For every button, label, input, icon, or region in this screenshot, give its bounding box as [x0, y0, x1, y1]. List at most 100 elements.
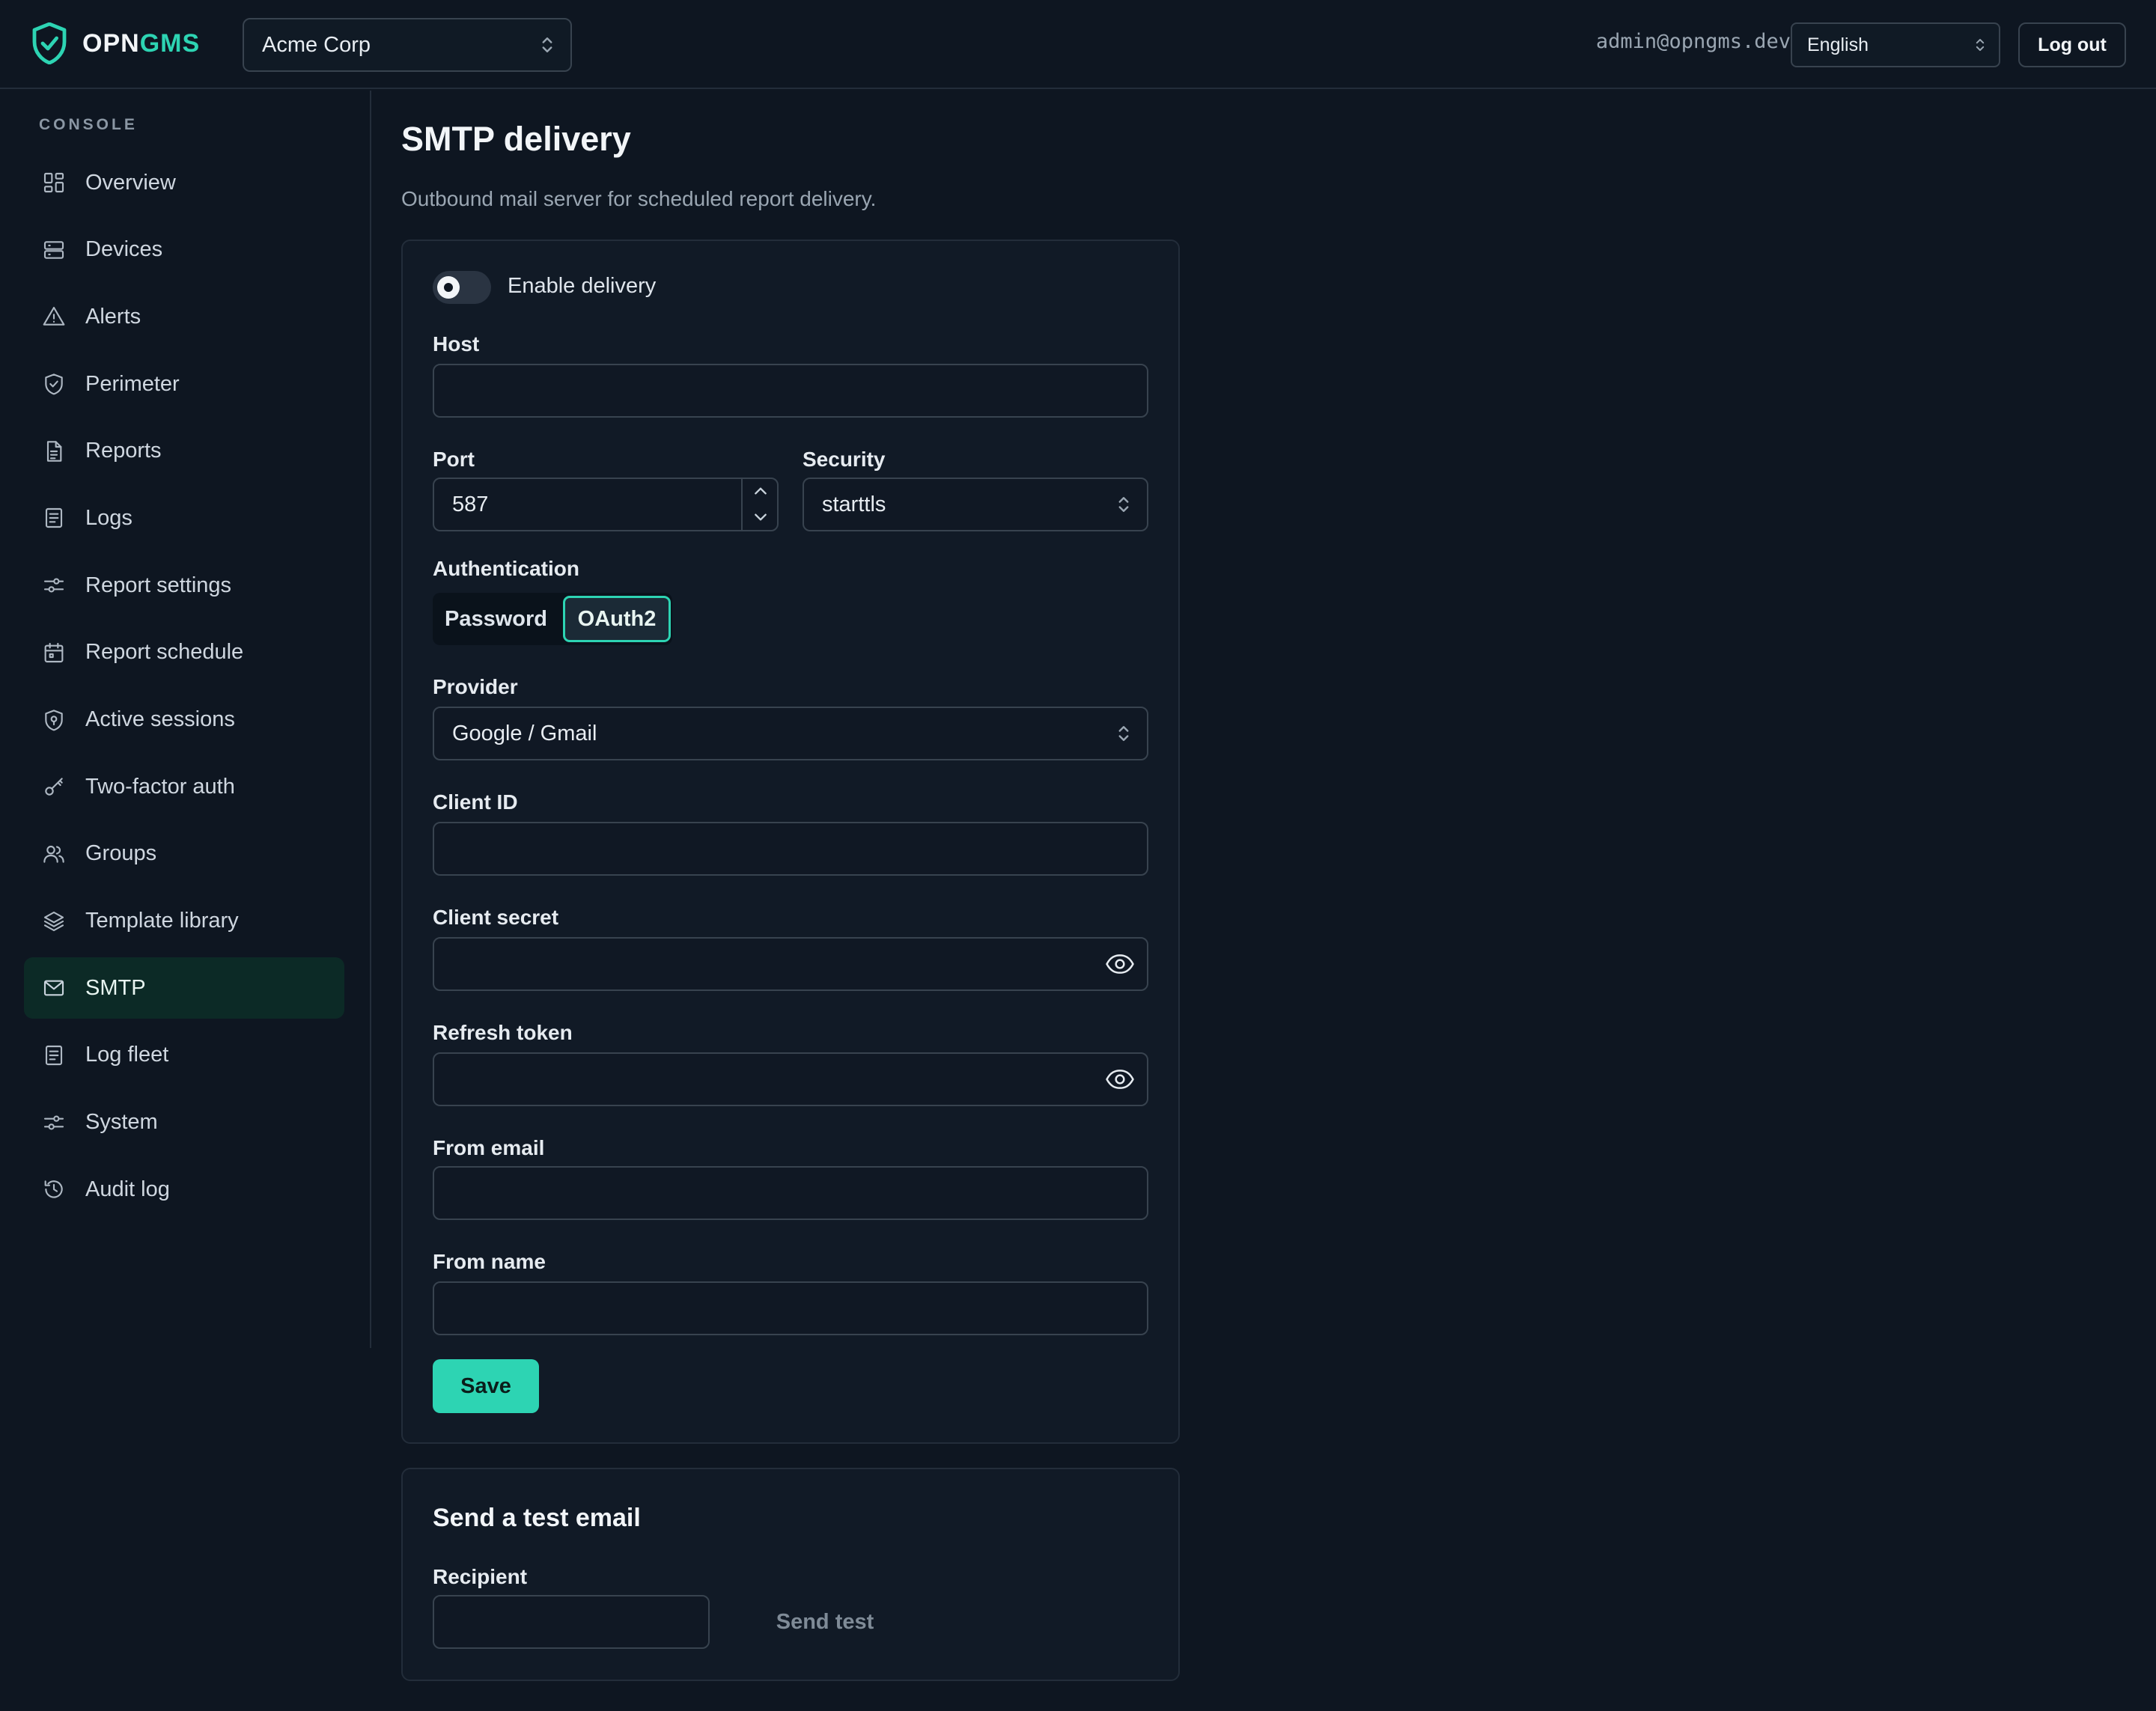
org-select-value: Acme Corp	[262, 32, 371, 57]
key-icon	[45, 778, 63, 796]
sidebar-item-label: Reports	[85, 439, 162, 463]
refresh-token-label: Refresh token	[433, 1021, 573, 1044]
eye-icon[interactable]	[1105, 954, 1135, 975]
sidebar-item-label: SMTP	[85, 975, 146, 1000]
sidebar-item-label: Audit log	[85, 1177, 170, 1201]
refresh-token-input[interactable]	[433, 1052, 1148, 1106]
history-icon	[44, 1180, 63, 1198]
sidebar-item-active-sessions[interactable]: Active sessions	[24, 689, 344, 751]
users-icon	[43, 845, 64, 863]
org-select[interactable]: Acme Corp	[243, 18, 572, 72]
sidebar-item-report-settings[interactable]: Report settings	[24, 555, 344, 616]
provider-select[interactable]: Google / Gmail	[433, 707, 1148, 760]
sidebar-item-template-library[interactable]: Template library	[24, 891, 344, 952]
port-input[interactable]: 587	[433, 478, 779, 531]
sliders-icon	[43, 578, 64, 593]
language-select-value: English	[1807, 34, 1869, 55]
security-label: Security	[803, 448, 886, 471]
sidebar-item-label: Groups	[85, 841, 157, 866]
from-email-input[interactable]	[433, 1166, 1148, 1220]
page-subtitle: Outbound mail server for scheduled repor…	[401, 187, 877, 210]
sidebar-item-label: Two-factor auth	[85, 774, 235, 799]
sidebar-item-two-factor-auth[interactable]: Two-factor auth	[24, 756, 344, 817]
chevron-updown-icon	[1976, 39, 1985, 51]
mail-icon	[43, 980, 64, 996]
sidebar-item-report-schedule[interactable]: Report schedule	[24, 622, 344, 683]
host-input[interactable]	[433, 364, 1148, 418]
layers-icon	[43, 911, 64, 931]
sidebar-item-system[interactable]: System	[24, 1092, 344, 1153]
from-name-label: From name	[433, 1250, 546, 1273]
shield-pin-icon	[45, 709, 63, 731]
top-bar: OPNGMS Acme Corp admin@opngms.dev Englis…	[0, 0, 2156, 89]
authentication-label: Authentication	[433, 557, 579, 580]
shield-check-icon	[45, 373, 63, 395]
sidebar-item-label: System	[85, 1110, 158, 1135]
sidebar-item-audit-log[interactable]: Audit log	[24, 1159, 344, 1220]
test-email-title: Send a test email	[433, 1504, 641, 1532]
client-id-input[interactable]	[433, 822, 1148, 876]
send-test-button[interactable]: Send test	[750, 1595, 900, 1649]
chevron-updown-icon	[542, 37, 552, 52]
sidebar-item-logs[interactable]: Logs	[24, 487, 344, 549]
sidebar-nav: Overview Devices Alerts Perimeter Report	[24, 152, 344, 1226]
shield-logo-icon	[32, 22, 67, 64]
sidebar-item-label: Template library	[85, 909, 239, 933]
chevron-down-icon[interactable]	[753, 512, 768, 522]
test-email-card: Send a test email Recipient Send test	[401, 1468, 1180, 1681]
chevron-updown-icon	[1118, 497, 1129, 512]
sidebar-item-label: Log fleet	[85, 1043, 169, 1067]
sliders-icon	[43, 1115, 64, 1130]
sidebar: CONSOLE Overview Devices Alerts Perimete…	[0, 91, 371, 1348]
sidebar-item-alerts[interactable]: Alerts	[24, 286, 344, 347]
from-email-label: From email	[433, 1136, 545, 1159]
security-select[interactable]: starttls	[803, 478, 1148, 531]
sidebar-item-label: Report settings	[85, 573, 232, 597]
logout-button[interactable]: Log out	[2018, 22, 2126, 67]
chevron-updown-icon	[1118, 726, 1129, 741]
sidebar-item-label: Perimeter	[85, 371, 180, 396]
recipient-label: Recipient	[433, 1565, 528, 1588]
client-id-label: Client ID	[433, 790, 518, 814]
security-value: starttls	[822, 492, 886, 516]
chevron-up-icon[interactable]	[753, 486, 768, 496]
sidebar-item-label: Devices	[85, 237, 163, 262]
host-label: Host	[433, 332, 480, 356]
logo-text: OPNGMS	[82, 28, 201, 58]
sidebar-item-overview[interactable]: Overview	[24, 152, 344, 213]
smtp-settings-card: Enable delivery Host Port 587 Security s…	[401, 240, 1180, 1444]
provider-label: Provider	[433, 675, 518, 698]
sidebar-item-label: Active sessions	[85, 707, 235, 731]
language-select[interactable]: English	[1791, 22, 2000, 67]
user-email: admin@opngms.dev	[1595, 30, 1791, 53]
port-stepper[interactable]	[741, 479, 777, 530]
enable-delivery-label: Enable delivery	[508, 274, 657, 298]
auth-password-option[interactable]: Password	[445, 593, 547, 645]
save-button[interactable]: Save	[433, 1359, 539, 1413]
sidebar-item-perimeter[interactable]: Perimeter	[24, 353, 344, 415]
list-icon	[45, 1045, 63, 1066]
sidebar-item-label: Alerts	[85, 304, 141, 329]
sidebar-item-groups[interactable]: Groups	[24, 823, 344, 885]
server-icon	[43, 240, 64, 259]
sidebar-heading: CONSOLE	[39, 116, 138, 133]
file-text-icon	[46, 441, 62, 462]
logo[interactable]: OPNGMS	[31, 22, 200, 64]
from-name-input[interactable]	[433, 1281, 1148, 1335]
auth-oauth2-option[interactable]: OAuth2	[563, 596, 671, 642]
sidebar-item-label: Overview	[85, 170, 176, 195]
port-label: Port	[433, 448, 475, 471]
sidebar-item-reports[interactable]: Reports	[24, 421, 344, 482]
grid-icon	[43, 172, 64, 193]
client-secret-label: Client secret	[433, 906, 559, 929]
recipient-input[interactable]	[433, 1595, 710, 1649]
authentication-segmented-control: Password OAuth2	[433, 593, 672, 645]
sidebar-item-smtp[interactable]: SMTP	[24, 957, 344, 1019]
enable-delivery-toggle[interactable]	[433, 271, 491, 304]
list-icon	[45, 508, 63, 528]
eye-icon[interactable]	[1105, 1069, 1135, 1090]
sidebar-item-devices[interactable]: Devices	[24, 219, 344, 281]
calendar-icon	[44, 642, 64, 662]
sidebar-item-log-fleet[interactable]: Log fleet	[24, 1025, 344, 1086]
client-secret-input[interactable]	[433, 937, 1148, 991]
